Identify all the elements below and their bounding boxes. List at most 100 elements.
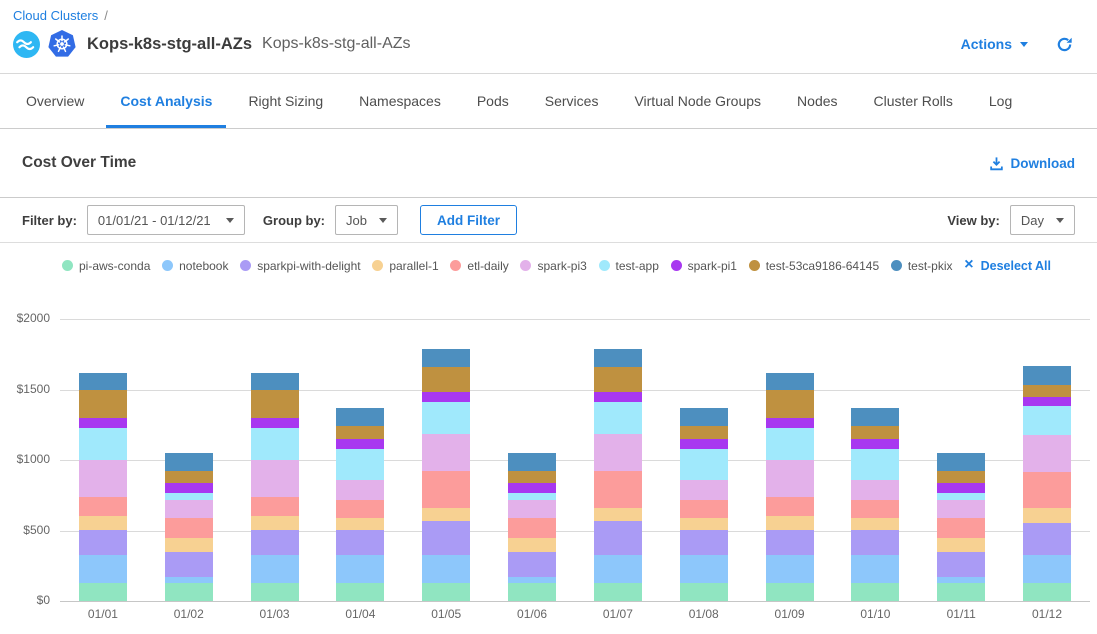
- bar-segment-etl-daily[interactable]: [851, 500, 899, 518]
- bar-segment-spark-pi1[interactable]: [508, 483, 556, 493]
- bar-segment-spark-pi3[interactable]: [937, 500, 985, 518]
- bar-segment-pi-aws-conda[interactable]: [251, 583, 299, 601]
- bar-segment-notebook[interactable]: [766, 555, 814, 584]
- legend-item-sparkpi-with-delight[interactable]: sparkpi-with-delight: [240, 259, 360, 273]
- legend-item-notebook[interactable]: notebook: [162, 259, 228, 273]
- bar-segment-etl-daily[interactable]: [165, 518, 213, 538]
- bar-segment-test-53ca9186-64145[interactable]: [79, 390, 127, 418]
- bar-segment-spark-pi1[interactable]: [165, 483, 213, 493]
- legend-item-parallel-1[interactable]: parallel-1: [372, 259, 438, 273]
- bar-segment-sparkpi-with-delight[interactable]: [336, 530, 384, 555]
- deselect-all-button[interactable]: ×Deselect All: [964, 259, 1051, 273]
- tab-pods[interactable]: Pods: [463, 74, 523, 128]
- add-filter-button[interactable]: Add Filter: [420, 205, 517, 235]
- bar-segment-etl-daily[interactable]: [937, 518, 985, 538]
- bar-segment-parallel-1[interactable]: [79, 516, 127, 530]
- bar-segment-spark-pi3[interactable]: [680, 480, 728, 500]
- bar-segment-test-pkix[interactable]: [508, 453, 556, 471]
- tab-services[interactable]: Services: [531, 74, 613, 128]
- bar-segment-test-53ca9186-64145[interactable]: [937, 471, 985, 483]
- bar-segment-pi-aws-conda[interactable]: [422, 583, 470, 601]
- view-by-select[interactable]: Day: [1010, 205, 1075, 235]
- bar-segment-notebook[interactable]: [851, 555, 899, 583]
- bar-segment-test-pkix[interactable]: [336, 408, 384, 426]
- date-range-select[interactable]: 01/01/21 - 01/12/21: [87, 205, 245, 235]
- bar-segment-spark-pi1[interactable]: [851, 439, 899, 449]
- bar-segment-test-app[interactable]: [336, 449, 384, 480]
- bar-segment-sparkpi-with-delight[interactable]: [594, 521, 642, 554]
- legend-item-test-53ca9186-64145[interactable]: test-53ca9186-64145: [749, 259, 879, 273]
- legend-item-pi-aws-conda[interactable]: pi-aws-conda: [62, 259, 150, 273]
- bar-segment-parallel-1[interactable]: [336, 518, 384, 530]
- bar-segment-test-pkix[interactable]: [251, 373, 299, 391]
- tab-cost-analysis[interactable]: Cost Analysis: [106, 74, 226, 128]
- bar-segment-etl-daily[interactable]: [766, 497, 814, 515]
- bar-segment-test-app[interactable]: [251, 428, 299, 460]
- bar-segment-parallel-1[interactable]: [1023, 508, 1071, 523]
- bar-segment-parallel-1[interactable]: [251, 516, 299, 530]
- bar-segment-test-53ca9186-64145[interactable]: [336, 426, 384, 439]
- bar-segment-spark-pi3[interactable]: [851, 480, 899, 500]
- bar-segment-test-app[interactable]: [851, 449, 899, 480]
- bar-segment-pi-aws-conda[interactable]: [594, 583, 642, 601]
- download-button[interactable]: Download: [989, 156, 1076, 171]
- bar-segment-pi-aws-conda[interactable]: [336, 583, 384, 601]
- actions-button[interactable]: Actions: [961, 36, 1028, 52]
- bar-segment-spark-pi1[interactable]: [937, 483, 985, 493]
- bar-segment-sparkpi-with-delight[interactable]: [937, 552, 985, 577]
- bar-segment-spark-pi3[interactable]: [422, 434, 470, 471]
- bar-segment-test-53ca9186-64145[interactable]: [680, 426, 728, 439]
- bar-segment-etl-daily[interactable]: [1023, 472, 1071, 508]
- bar-segment-pi-aws-conda[interactable]: [937, 583, 985, 601]
- bar-segment-sparkpi-with-delight[interactable]: [165, 552, 213, 577]
- bar-segment-etl-daily[interactable]: [79, 497, 127, 515]
- tab-cluster-rolls[interactable]: Cluster Rolls: [860, 74, 967, 128]
- bar-segment-test-app[interactable]: [508, 493, 556, 501]
- bar-segment-parallel-1[interactable]: [508, 538, 556, 552]
- bar-segment-test-app[interactable]: [766, 428, 814, 460]
- bar-segment-sparkpi-with-delight[interactable]: [851, 530, 899, 555]
- bar-segment-spark-pi1[interactable]: [1023, 397, 1071, 406]
- legend-item-spark-pi1[interactable]: spark-pi1: [671, 259, 737, 273]
- bar-segment-notebook[interactable]: [336, 555, 384, 583]
- bar-segment-pi-aws-conda[interactable]: [851, 583, 899, 601]
- bar-segment-etl-daily[interactable]: [336, 500, 384, 518]
- bar-segment-etl-daily[interactable]: [422, 471, 470, 508]
- bar-segment-test-pkix[interactable]: [937, 453, 985, 471]
- bar-segment-test-53ca9186-64145[interactable]: [1023, 385, 1071, 398]
- bar-segment-test-53ca9186-64145[interactable]: [508, 471, 556, 483]
- tab-nodes[interactable]: Nodes: [783, 74, 851, 128]
- bar-segment-test-53ca9186-64145[interactable]: [422, 367, 470, 392]
- bar-segment-notebook[interactable]: [251, 555, 299, 584]
- tab-right-sizing[interactable]: Right Sizing: [234, 74, 337, 128]
- refresh-button[interactable]: [1056, 36, 1073, 53]
- bar-segment-notebook[interactable]: [594, 555, 642, 584]
- tab-log[interactable]: Log: [975, 74, 1026, 128]
- bar-segment-sparkpi-with-delight[interactable]: [251, 530, 299, 555]
- bar-segment-test-app[interactable]: [79, 428, 127, 460]
- bar-segment-parallel-1[interactable]: [165, 538, 213, 552]
- bar-segment-test-app[interactable]: [680, 449, 728, 480]
- bar-segment-test-app[interactable]: [165, 493, 213, 501]
- bar-segment-etl-daily[interactable]: [680, 500, 728, 518]
- bar-segment-notebook[interactable]: [422, 555, 470, 584]
- bar-segment-test-53ca9186-64145[interactable]: [165, 471, 213, 483]
- bar-segment-parallel-1[interactable]: [766, 516, 814, 530]
- bar-segment-sparkpi-with-delight[interactable]: [508, 552, 556, 577]
- bar-segment-spark-pi3[interactable]: [594, 434, 642, 471]
- tab-virtual-node-groups[interactable]: Virtual Node Groups: [620, 74, 775, 128]
- bar-segment-test-53ca9186-64145[interactable]: [851, 426, 899, 439]
- bar-segment-etl-daily[interactable]: [251, 497, 299, 515]
- bar-segment-notebook[interactable]: [79, 555, 127, 584]
- bar-segment-sparkpi-with-delight[interactable]: [79, 530, 127, 555]
- bar-segment-spark-pi3[interactable]: [79, 460, 127, 497]
- bar-segment-test-53ca9186-64145[interactable]: [251, 390, 299, 418]
- bar-segment-etl-daily[interactable]: [594, 471, 642, 508]
- bar-segment-test-pkix[interactable]: [680, 408, 728, 426]
- bar-segment-sparkpi-with-delight[interactable]: [1023, 523, 1071, 555]
- bar-segment-pi-aws-conda[interactable]: [508, 583, 556, 601]
- bar-segment-etl-daily[interactable]: [508, 518, 556, 538]
- breadcrumb-link[interactable]: Cloud Clusters: [13, 8, 98, 23]
- bar-segment-spark-pi1[interactable]: [251, 418, 299, 428]
- bar-segment-test-pkix[interactable]: [1023, 366, 1071, 385]
